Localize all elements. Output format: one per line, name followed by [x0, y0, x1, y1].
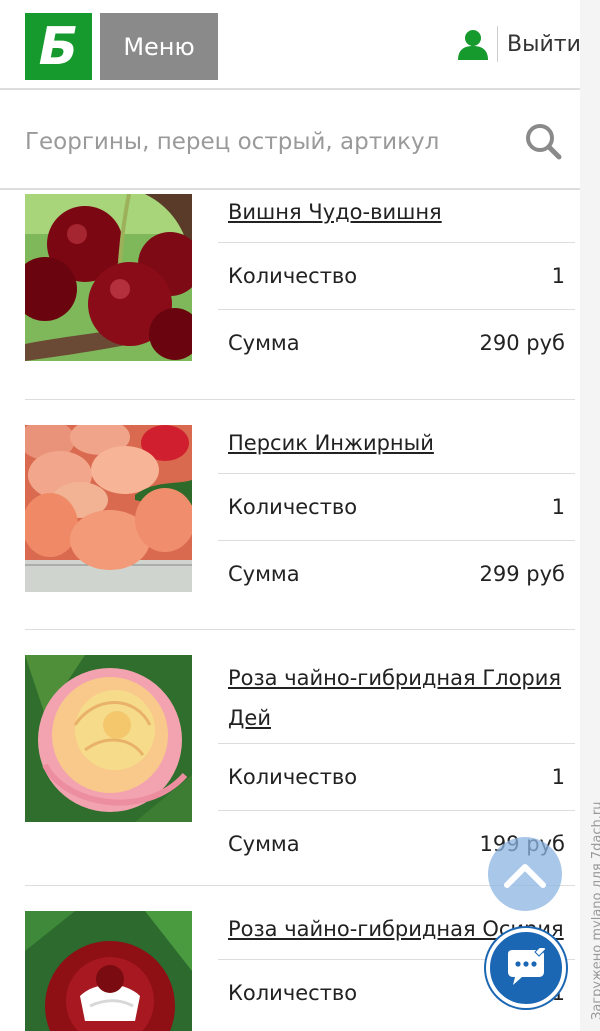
sum-value: 290 руб: [479, 331, 565, 355]
chevron-up-icon: [504, 864, 546, 888]
product-image[interactable]: [25, 655, 192, 822]
quantity-label: Количество: [228, 264, 358, 288]
product-title-link[interactable]: Вишня Чудо-вишня: [218, 192, 575, 242]
quantity-label: Количество: [228, 981, 358, 1005]
product-image[interactable]: [25, 425, 192, 592]
logo[interactable]: Б: [25, 13, 92, 80]
sum-value: 299 руб: [479, 562, 565, 586]
sum-label: Сумма: [228, 562, 300, 586]
user-icon[interactable]: [456, 28, 490, 62]
product-title-link[interactable]: Персик Инжирный: [218, 423, 575, 473]
header-divider: [497, 26, 498, 62]
header: Б Меню Выйти: [0, 0, 580, 90]
quantity-row: Количество 1: [218, 473, 575, 540]
quantity-value: 1: [551, 495, 565, 519]
item-divider: [25, 399, 575, 400]
chat-button[interactable]: [486, 928, 566, 1008]
item-divider: [25, 629, 575, 630]
quantity-row: Количество 1: [218, 242, 575, 309]
quantity-label: Количество: [228, 495, 358, 519]
sum-row: Сумма 299 руб: [218, 540, 575, 607]
sum-row: Сумма 290 руб: [218, 309, 575, 376]
sum-label: Сумма: [228, 331, 300, 355]
scroll-to-top-button[interactable]: [488, 837, 562, 911]
chat-bubble-icon: [508, 948, 547, 985]
item-info: Вишня Чудо-вишня Количество 1 Сумма 290 …: [218, 192, 575, 376]
search-bar: [0, 92, 580, 190]
search-input[interactable]: [25, 122, 505, 162]
item-info: Персик Инжирный Количество 1 Сумма 299 р…: [218, 423, 575, 607]
quantity-row: Количество 1: [218, 743, 575, 810]
sum-label: Сумма: [228, 832, 300, 856]
cart-items-list: Вишня Чудо-вишня Количество 1 Сумма 290 …: [0, 192, 580, 1031]
quantity-value: 1: [551, 264, 565, 288]
page: Б Меню Выйти Георгины, перец острый, арт…: [0, 0, 580, 1031]
product-title-link[interactable]: Роза чайно-гибридная Глория Дей: [218, 653, 575, 743]
quantity-value: 1: [551, 765, 565, 789]
watermark-text: Загружено mylano для 7dach.ru: [590, 801, 600, 1020]
logo-letter: Б: [38, 16, 79, 77]
watermark: Загружено mylano для 7dach.ru: [580, 0, 600, 1031]
product-image[interactable]: [25, 194, 192, 361]
product-image[interactable]: [25, 911, 192, 1031]
logout-link[interactable]: Выйти: [507, 32, 580, 57]
search-icon[interactable]: [524, 122, 562, 160]
menu-button[interactable]: Меню: [100, 13, 218, 80]
quantity-label: Количество: [228, 765, 358, 789]
